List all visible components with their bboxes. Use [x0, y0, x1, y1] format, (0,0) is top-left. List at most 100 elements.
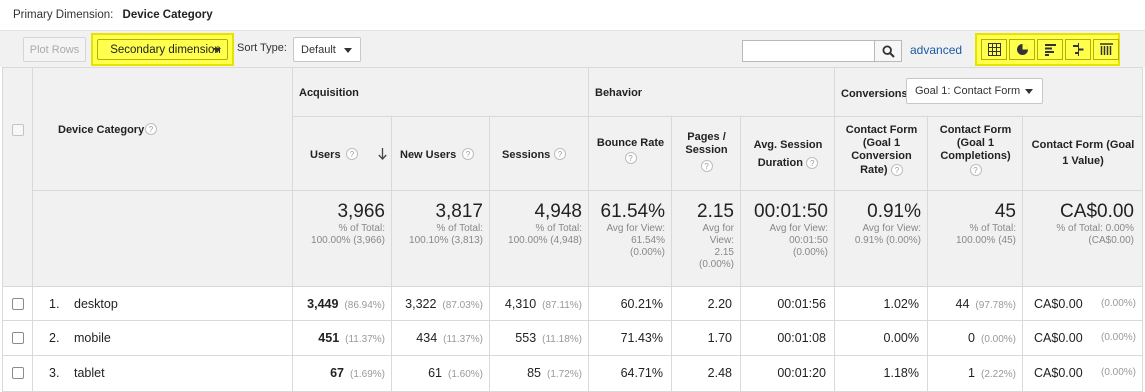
- totals-label-cell: [33, 191, 293, 287]
- pages-session-header-line2: Session: [685, 144, 728, 156]
- table-row-checkbox-cell: [2, 321, 33, 356]
- help-icon[interactable]: ?: [806, 156, 819, 169]
- goal-value-total-value: CA$0.00: [1060, 201, 1134, 222]
- row-label[interactable]: desktop: [74, 297, 118, 311]
- users-value: 3,449: [307, 297, 339, 311]
- completions-pct: (2.22%): [980, 369, 1016, 380]
- new-users-total-sub2: 100.10% (3,813): [409, 235, 483, 246]
- help-icon[interactable]: ?: [462, 148, 474, 160]
- acquisition-label: Acquisition: [299, 87, 359, 99]
- users-column-header[interactable]: Users ?: [293, 117, 392, 191]
- goal-value-total-sub2: (CA$0.00): [1088, 235, 1134, 246]
- completions-total: 45 % of Total: 100.00% (45): [928, 191, 1023, 287]
- behavior-label: Behavior: [595, 87, 643, 99]
- primary-dimension: Primary Dimension: Device Category: [13, 9, 213, 23]
- pages-session-column-header[interactable]: Pages / Session ?: [672, 117, 741, 191]
- secondary-dimension-dropdown[interactable]: Secondary dimension: [97, 39, 228, 60]
- new-users-column-header[interactable]: New Users ?: [392, 117, 490, 191]
- help-icon[interactable]: ?: [890, 163, 903, 176]
- new-users-cell: 61 (1.60%): [392, 356, 490, 392]
- conv-rate-total-sub2: 0.91% (0.00%): [854, 235, 921, 246]
- help-icon[interactable]: ?: [624, 152, 637, 165]
- search-button[interactable]: [874, 40, 902, 62]
- completions-total-sub2: 100.00% (45): [955, 235, 1016, 246]
- sort-type-value: Default: [301, 43, 336, 56]
- bounce-rate-column-header[interactable]: Bounce Rate ?: [589, 117, 672, 191]
- users-cell: 451 (11.37%): [293, 321, 392, 356]
- sessions-value: 4,310: [504, 297, 537, 311]
- row-label[interactable]: tablet: [74, 366, 105, 380]
- comparison-icon: [1072, 43, 1083, 56]
- pivot-view-button[interactable]: [1093, 39, 1119, 60]
- completions-header-line1: Contact Form: [939, 124, 1012, 136]
- select-all-checkbox[interactable]: [12, 124, 24, 136]
- bounce-rate-total-sub3: (0.00%): [629, 247, 665, 258]
- users-value: 67: [330, 366, 344, 380]
- help-icon[interactable]: ?: [700, 160, 713, 172]
- dimension-header[interactable]: Device Category ?: [33, 67, 293, 191]
- sort-type-select[interactable]: Default: [293, 37, 361, 62]
- sessions-value: 553: [515, 331, 537, 345]
- conv-rate-cell: 1.02%: [835, 287, 928, 321]
- users-pct: (1.69%): [349, 369, 385, 380]
- plot-rows-button[interactable]: Plot Rows: [23, 37, 86, 62]
- users-total-value: 3,966: [337, 201, 385, 222]
- primary-dimension-value[interactable]: Device Category: [123, 9, 213, 21]
- conversions-label: Conversions: [841, 88, 908, 100]
- conv-rate-total-value: 0.91%: [867, 201, 921, 222]
- conv-rate-header-line3: Conversion: [851, 150, 912, 162]
- sessions-pct: (87.11%): [542, 300, 582, 311]
- users-pct: (86.94%): [344, 300, 385, 311]
- avg-session-column-header[interactable]: Avg. Session Duration ?: [741, 117, 835, 191]
- conv-rate-total-sub1: Avg for View:: [862, 223, 921, 234]
- goal-value-pct: (0.00%): [1100, 367, 1136, 378]
- sessions-total-sub1: % of Total:: [535, 223, 582, 234]
- help-icon[interactable]: ?: [145, 123, 157, 135]
- users-total-sub1: % of Total:: [338, 223, 385, 234]
- row-index: 2.: [49, 331, 60, 345]
- sessions-value: 85: [527, 366, 541, 380]
- pages-session-cell: 2.20: [672, 287, 741, 321]
- help-icon[interactable]: ?: [969, 164, 982, 177]
- completions-cell: 1 (2.22%): [928, 356, 1023, 392]
- goal-select[interactable]: Goal 1: Contact Form: [906, 78, 1043, 104]
- primary-dimension-label: Primary Dimension:: [13, 9, 114, 21]
- conversion-rate-column-header[interactable]: Contact Form (Goal 1 Conversion Rate) ?: [835, 117, 928, 191]
- completions-value: 44: [955, 297, 970, 311]
- advanced-filter-link[interactable]: advanced: [910, 43, 962, 57]
- goal-value-column-header[interactable]: Contact Form (Goal 1 Value): [1023, 117, 1143, 191]
- sort-descending-icon[interactable]: [378, 148, 387, 160]
- goal-value-value: CA$0.00: [1034, 366, 1083, 380]
- completions-header-line3: Completions): [940, 150, 1011, 162]
- data-table-view-button[interactable]: [981, 39, 1007, 60]
- search-icon: [881, 44, 895, 58]
- table-row[interactable]: 1. desktop: [33, 287, 293, 321]
- secondary-dimension-label: Secondary dimension: [110, 43, 221, 56]
- row-checkbox[interactable]: [12, 367, 24, 379]
- sessions-total-value: 4,948: [534, 201, 582, 222]
- help-icon[interactable]: ?: [346, 148, 358, 160]
- comparison-view-button[interactable]: [1065, 39, 1091, 60]
- table-row[interactable]: 2. mobile: [33, 321, 293, 356]
- search-input[interactable]: [742, 40, 875, 62]
- new-users-value: 3,322: [405, 297, 437, 311]
- pie-chart-view-button[interactable]: [1009, 39, 1035, 60]
- table-row[interactable]: 3. tablet: [33, 356, 293, 392]
- sessions-column-header[interactable]: Sessions ?: [490, 117, 589, 191]
- help-icon[interactable]: ?: [554, 148, 566, 160]
- performance-view-button[interactable]: [1037, 39, 1063, 60]
- goal-value-value: CA$0.00: [1034, 297, 1083, 311]
- value-header-line1: Contact Form (Goal: [1031, 139, 1135, 151]
- users-total: 3,966 % of Total: 100.00% (3,966): [293, 191, 392, 287]
- new-users-pct: (87.03%): [442, 300, 483, 311]
- row-label[interactable]: mobile: [74, 331, 111, 345]
- avg-session-total-sub2: 00:01:50: [789, 235, 828, 246]
- sessions-total: 4,948 % of Total: 100.00% (4,948): [490, 191, 589, 287]
- completions-column-header[interactable]: Contact Form (Goal 1 Completions) ?: [928, 117, 1023, 191]
- bounce-rate-cell: 71.43%: [589, 321, 672, 356]
- row-checkbox[interactable]: [12, 332, 24, 344]
- goal-value-cell: CA$0.00 (0.00%): [1023, 321, 1143, 356]
- row-checkbox[interactable]: [12, 298, 24, 310]
- conv-rate-cell: 0.00%: [835, 321, 928, 356]
- goal-value-pct: (0.00%): [1100, 332, 1136, 343]
